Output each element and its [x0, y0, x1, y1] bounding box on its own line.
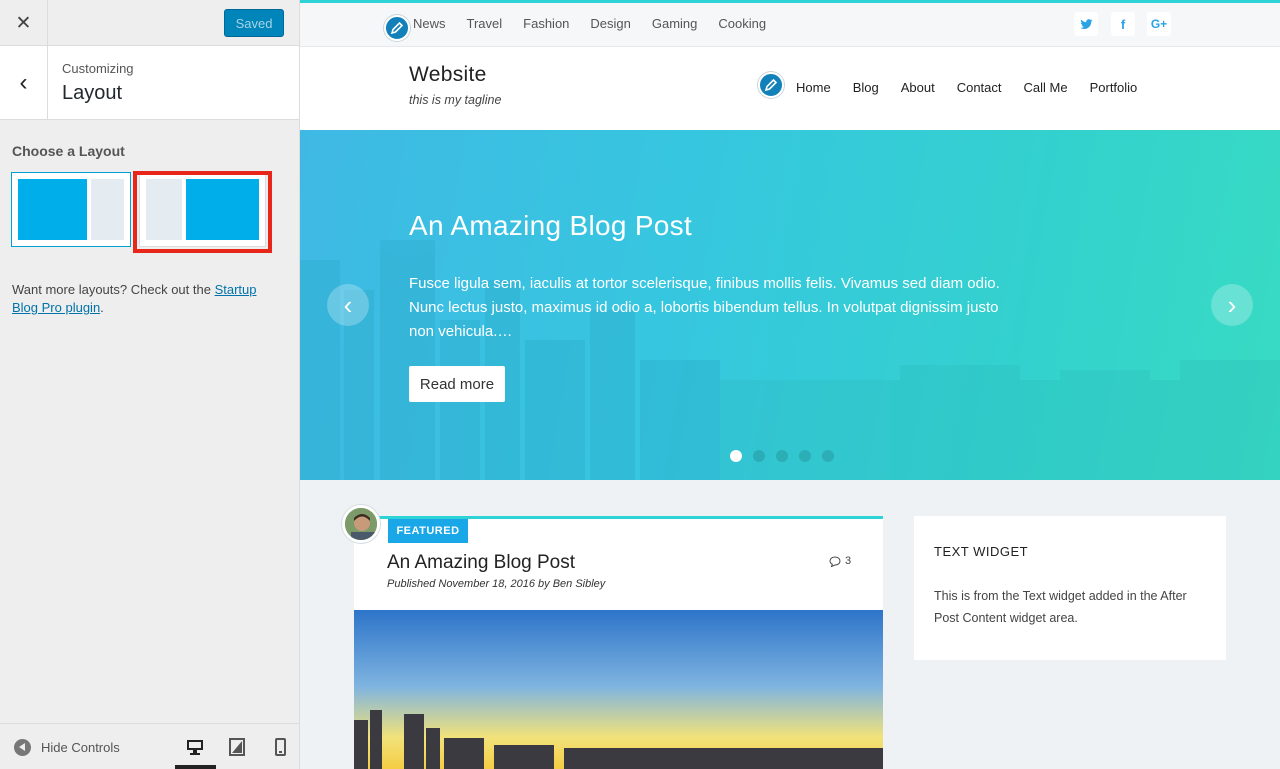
layout-option-right-sidebar[interactable]: [11, 172, 131, 247]
desktop-icon[interactable]: [185, 738, 205, 756]
layout-sidebar-block: [90, 179, 124, 240]
google-plus-icon[interactable]: G+: [1147, 12, 1171, 36]
primary-nav-item[interactable]: About: [901, 80, 935, 95]
more-layouts-suffix: .: [100, 300, 104, 315]
hero-slider: An Amazing Blog Post Fusce ligula sem, i…: [300, 130, 1280, 480]
layout-option-left-sidebar[interactable]: [139, 172, 266, 247]
layout-content-block: [186, 179, 259, 240]
widget-title: TEXT WIDGET: [934, 544, 1029, 559]
active-device-indicator: [175, 765, 216, 769]
facebook-icon[interactable]: f: [1111, 12, 1135, 36]
back-arrow-icon[interactable]: ‹: [0, 46, 48, 119]
customizer-footer: Hide Controls: [0, 723, 299, 769]
featured-badge: FEATURED: [388, 519, 468, 543]
slider-next-icon[interactable]: ›: [1211, 284, 1253, 326]
slider-dot[interactable]: [776, 450, 788, 462]
post-meta: Published November 18, 2016 by Ben Sible…: [387, 578, 606, 590]
section-title: Layout: [62, 82, 123, 104]
widget-text: This is from the Text widget added in th…: [934, 589, 1187, 625]
hero-title[interactable]: An Amazing Blog Post: [409, 210, 692, 242]
slider-dot[interactable]: [799, 450, 811, 462]
twitter-icon[interactable]: [1074, 12, 1098, 36]
slider-dot[interactable]: [730, 450, 742, 462]
more-layouts-prefix: Want more layouts? Check out the: [12, 282, 215, 297]
hide-controls-label: Hide Controls: [41, 740, 120, 755]
secondary-nav-item[interactable]: Design: [590, 16, 630, 31]
author-avatar: [342, 505, 380, 543]
comment-count: 3: [845, 555, 852, 567]
tablet-icon[interactable]: [227, 738, 247, 756]
text-widget: TEXT WIDGET This is from the Text widget…: [914, 516, 1226, 660]
customizer-top-bar: ✕ Saved: [0, 0, 299, 46]
secondary-nav-item[interactable]: Gaming: [652, 16, 698, 31]
slider-prev-icon[interactable]: ‹: [327, 284, 369, 326]
hide-controls-button[interactable]: Hide Controls: [14, 739, 120, 756]
section-header: ‹ Customizing Layout: [0, 46, 299, 120]
primary-nav-item[interactable]: Contact: [957, 80, 1002, 95]
secondary-nav-item[interactable]: Fashion: [523, 16, 569, 31]
hero-excerpt: Fusce ligula sem, iaculis at tortor scel…: [409, 275, 1000, 340]
edit-shortcut-icon[interactable]: [384, 15, 410, 41]
choose-layout-label: Choose a Layout: [12, 143, 125, 159]
primary-nav-item[interactable]: Call Me: [1024, 80, 1068, 95]
primary-nav: Home Blog About Contact Call Me Portfoli…: [796, 80, 1159, 95]
read-more-button[interactable]: Read more: [409, 366, 505, 402]
featured-post-card: FEATURED An Amazing Blog Post Published …: [342, 505, 883, 769]
primary-nav-item[interactable]: Portfolio: [1090, 80, 1138, 95]
site-tagline: this is my tagline: [409, 93, 502, 107]
layout-content-block: [18, 179, 87, 240]
site-title[interactable]: Website: [409, 63, 487, 87]
secondary-nav: News Travel Fashion Design Gaming Cookin…: [413, 16, 766, 31]
slider-dot[interactable]: [822, 450, 834, 462]
slider-dots: [730, 450, 834, 462]
comments-link[interactable]: 3: [829, 555, 851, 567]
site-preview: News Travel Fashion Design Gaming Cookin…: [300, 0, 1280, 769]
secondary-nav-item[interactable]: Cooking: [718, 16, 766, 31]
customizer-sidebar: ✕ Saved ‹ Customizing Layout Choose a La…: [0, 0, 300, 769]
more-layouts-text: Want more layouts? Check out the Startup…: [12, 281, 282, 317]
close-icon[interactable]: ✕: [0, 0, 48, 46]
post-title[interactable]: An Amazing Blog Post: [387, 552, 575, 574]
saved-button[interactable]: Saved: [224, 9, 284, 37]
comment-icon: [829, 555, 841, 567]
edit-shortcut-icon[interactable]: [758, 72, 784, 98]
collapse-arrow-icon: [14, 739, 31, 756]
secondary-nav-item[interactable]: News: [413, 16, 446, 31]
slider-dot[interactable]: [753, 450, 765, 462]
breadcrumb: Customizing: [62, 61, 134, 76]
secondary-menu-bar: News Travel Fashion Design Gaming Cookin…: [300, 0, 1280, 47]
primary-nav-item[interactable]: Home: [796, 80, 831, 95]
primary-nav-item[interactable]: Blog: [853, 80, 879, 95]
post-featured-image[interactable]: [354, 610, 883, 769]
secondary-nav-item[interactable]: Travel: [467, 16, 503, 31]
mobile-icon[interactable]: [270, 738, 290, 756]
site-header: Website this is my tagline Home Blog Abo…: [300, 47, 1280, 130]
layout-sidebar-block: [146, 179, 182, 240]
